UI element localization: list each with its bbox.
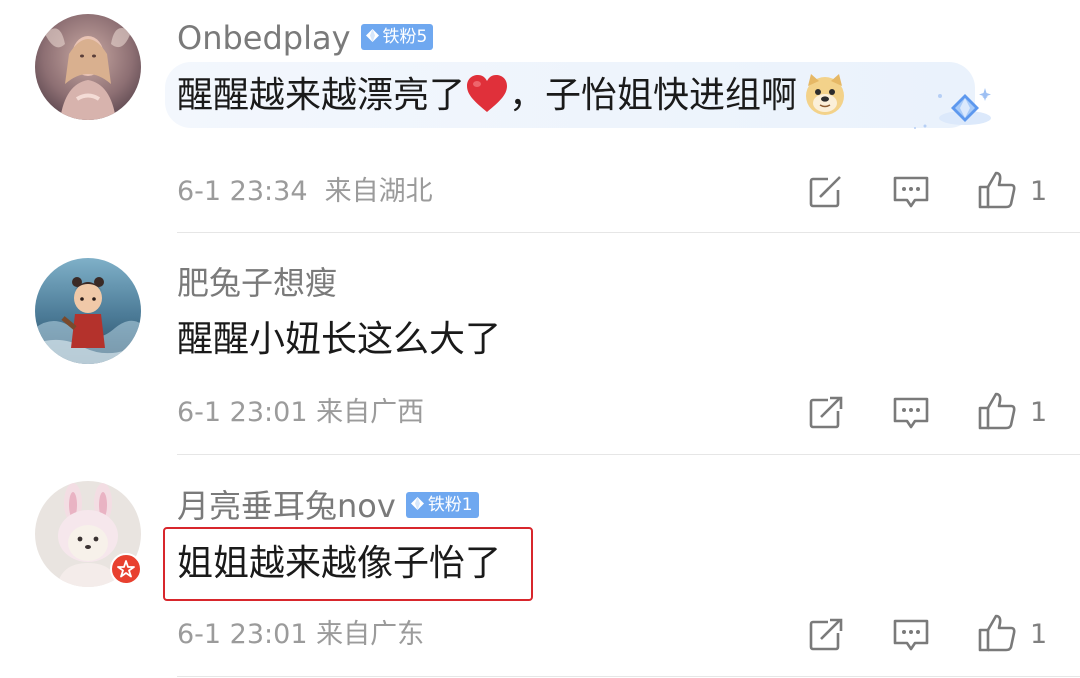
divider bbox=[177, 676, 1080, 677]
thumbs-up-icon[interactable] bbox=[977, 613, 1017, 653]
comment-text: 醒醒小妞长这么大了 bbox=[177, 319, 502, 360]
comment-meta: 6-1 23:34 来自湖北 bbox=[177, 175, 433, 209]
username-text: 肥兔子想瘦 bbox=[177, 264, 338, 302]
like-count: 1 bbox=[1030, 397, 1048, 428]
username[interactable]: 肥兔子想瘦 bbox=[177, 263, 337, 303]
repost-icon[interactable] bbox=[808, 616, 844, 652]
comment-text: 醒醒越来越漂亮了 bbox=[177, 75, 466, 116]
divider bbox=[177, 454, 1080, 455]
comment-text-cont: ，子怡姐快进组啊 bbox=[509, 75, 798, 116]
repost-icon[interactable] bbox=[808, 394, 844, 430]
thumbs-up-icon[interactable] bbox=[977, 170, 1017, 210]
comment-item: Onbedplay 铁粉5 醒醒越来越漂亮了 ，子怡姐快进组啊 6-1 23:34… bbox=[0, 0, 1080, 234]
avatar[interactable] bbox=[35, 258, 141, 364]
comment-icon[interactable] bbox=[893, 395, 929, 431]
repost-icon[interactable] bbox=[808, 173, 844, 209]
like-count: 1 bbox=[1030, 176, 1048, 207]
comment-meta: 6-1 23:01 来自广西 bbox=[177, 396, 424, 430]
fan-badge[interactable]: 铁粉5 bbox=[360, 24, 434, 50]
divider bbox=[177, 232, 1080, 233]
comment-time: 6-1 23:01 bbox=[177, 619, 308, 650]
like-count: 1 bbox=[1030, 619, 1048, 650]
comment-location: 来自广西 bbox=[316, 397, 425, 428]
username[interactable]: Onbedplay 铁粉5 bbox=[177, 18, 434, 58]
comment-location: 来自湖北 bbox=[324, 176, 433, 207]
diamond-decor-icon bbox=[914, 88, 991, 129]
username-text: Onbedplay bbox=[177, 19, 351, 57]
comment-content: 醒醒越来越漂亮了 ，子怡姐快进组啊 bbox=[177, 74, 849, 119]
comment-icon[interactable] bbox=[893, 174, 929, 210]
username[interactable]: 月亮垂耳兔nov 铁粉1 bbox=[177, 486, 479, 526]
star-badge-icon bbox=[110, 553, 142, 585]
doge-emoji bbox=[806, 74, 845, 115]
diamond-icon bbox=[410, 496, 424, 510]
comment-time: 6-1 23:01 bbox=[177, 397, 308, 428]
avatar[interactable] bbox=[35, 14, 141, 120]
comment-location: 来自广东 bbox=[316, 619, 425, 650]
comment-content: 醒醒小妞长这么大了 bbox=[177, 318, 501, 362]
badge-label: 铁粉5 bbox=[382, 27, 428, 47]
diamond-icon bbox=[365, 28, 379, 42]
username-text: 月亮垂耳兔nov bbox=[177, 487, 396, 525]
thumbs-up-icon[interactable] bbox=[977, 391, 1017, 431]
highlight-box bbox=[163, 527, 533, 601]
comment-time: 6-1 23:34 bbox=[177, 176, 308, 207]
comment-icon[interactable] bbox=[893, 617, 929, 653]
fan-badge[interactable]: 铁粉1 bbox=[405, 492, 479, 518]
badge-label: 铁粉1 bbox=[427, 495, 473, 515]
comment-meta: 6-1 23:01 来自广东 bbox=[177, 618, 424, 652]
heart-emoji bbox=[467, 75, 508, 112]
